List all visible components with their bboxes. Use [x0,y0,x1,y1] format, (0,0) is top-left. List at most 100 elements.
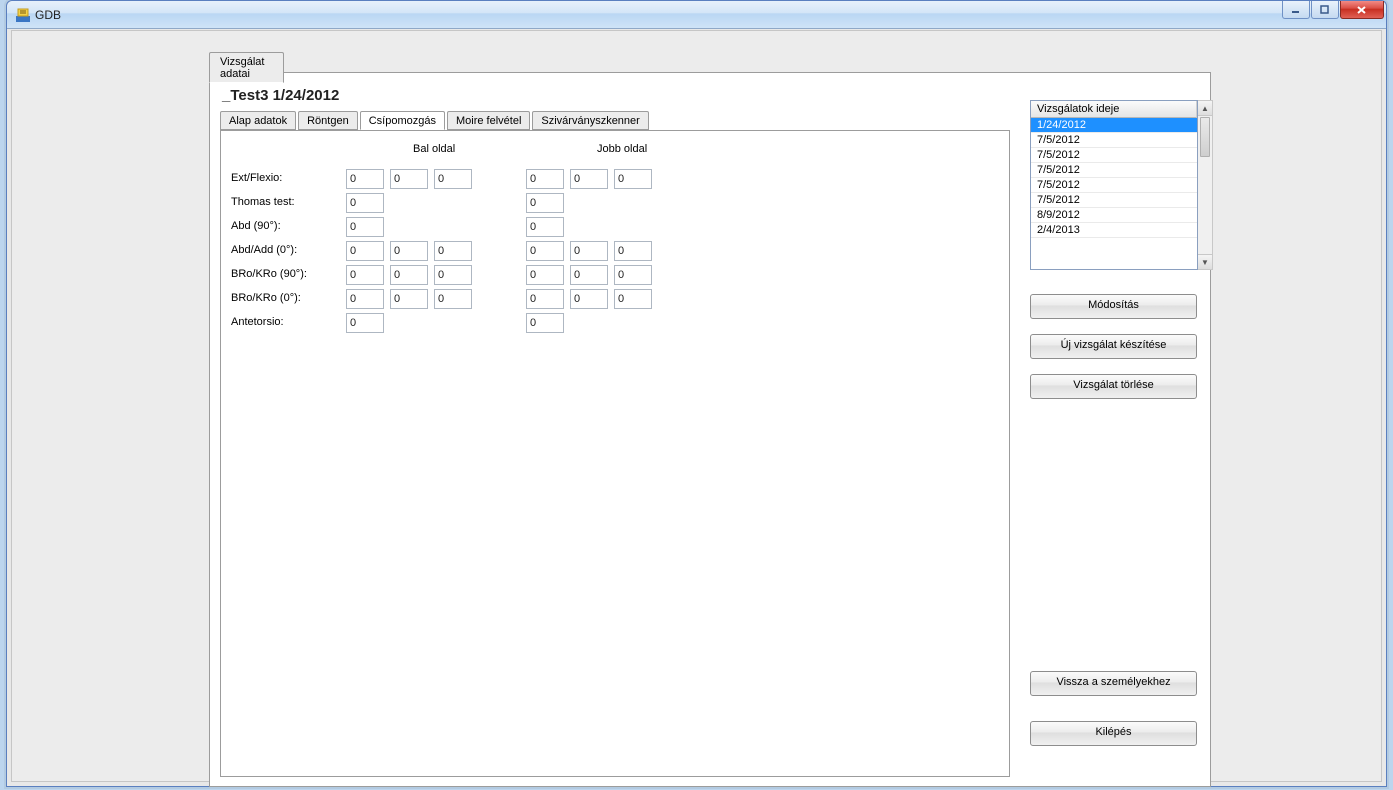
left-value-input[interactable] [346,169,384,189]
form-row: BRo/KRo (90°): [231,265,706,289]
left-value-input[interactable] [390,265,428,285]
right-value-input[interactable] [570,169,608,189]
scroll-up-icon[interactable]: ▲ [1198,101,1212,116]
row-label: Antetorsio: [231,313,346,328]
exit-button[interactable]: Kilépés [1030,721,1197,746]
left-value-input[interactable] [346,289,384,309]
tab-szivarvanyszkenner[interactable]: Szivárványszkenner [532,111,648,130]
scroll-thumb[interactable] [1200,117,1210,157]
left-value-input[interactable] [346,241,384,261]
cellgroup-left [346,193,526,213]
delete-exam-button[interactable]: Vizsgálat törlése [1030,374,1197,399]
left-value-input[interactable] [390,289,428,309]
left-value-input[interactable] [434,169,472,189]
exam-time-list-header[interactable]: Vizsgálatok ideje [1031,101,1197,118]
left-value-input[interactable] [390,169,428,189]
right-value-input[interactable] [570,289,608,309]
modify-button[interactable]: Módosítás [1030,294,1197,319]
row-label: Thomas test: [231,193,346,208]
maximize-icon [1320,5,1330,15]
row-label: BRo/KRo (0°): [231,289,346,304]
app-window: GDB Vizsgálat adatai _Test3 1/24/2012 Al… [6,0,1387,787]
csipomozgas-form: Bal oldal Jobb oldal Ext/Flexio: Thomas t… [220,130,1010,777]
cellgroup-left [346,241,526,261]
left-value-input[interactable] [434,265,472,285]
exam-time-item[interactable]: 7/5/2012 [1031,148,1197,163]
cellgroup-left [346,313,526,333]
right-value-input[interactable] [614,241,652,261]
app-icon [15,7,31,23]
cellgroup-right [526,217,706,237]
exam-data-panel: _Test3 1/24/2012 Alap adatok Röntgen Csí… [209,72,1211,787]
right-value-input[interactable] [526,193,564,213]
right-value-input[interactable] [614,265,652,285]
right-value-input[interactable] [526,169,564,189]
exam-time-item[interactable]: 8/9/2012 [1031,208,1197,223]
column-header-left: Bal oldal [413,143,455,155]
tab-csipomozgas[interactable]: Csípomozgás [360,111,445,130]
row-label: Abd (90°): [231,217,346,232]
tab-alap-adatok[interactable]: Alap adatok [220,111,296,130]
titlebar: GDB [7,1,1386,29]
scroll-down-icon[interactable]: ▼ [1198,254,1212,269]
minimize-icon [1291,5,1301,15]
cellgroup-right [526,289,706,309]
page-title: _Test3 1/24/2012 [222,87,339,104]
right-value-input[interactable] [526,313,564,333]
left-value-input[interactable] [434,241,472,261]
exam-time-list[interactable]: Vizsgálatok ideje 1/24/20127/5/20127/5/2… [1030,100,1198,270]
form-row: Abd/Add (0°): [231,241,706,265]
right-value-input[interactable] [570,265,608,285]
form-row: Abd (90°): [231,217,706,241]
left-value-input[interactable] [434,289,472,309]
left-value-input[interactable] [346,217,384,237]
right-value-input[interactable] [614,289,652,309]
right-value-input[interactable] [526,265,564,285]
cellgroup-right [526,313,706,333]
close-icon [1356,5,1368,15]
cellgroup-left [346,217,526,237]
right-value-input[interactable] [526,241,564,261]
cellgroup-left [346,289,526,309]
exam-list-scrollbar[interactable]: ▲ ▼ [1198,100,1213,270]
right-value-input[interactable] [614,169,652,189]
cellgroup-right [526,169,706,189]
exam-time-item[interactable]: 2/4/2013 [1031,223,1197,238]
right-value-input[interactable] [526,289,564,309]
exam-time-item[interactable]: 7/5/2012 [1031,163,1197,178]
cellgroup-right [526,193,706,213]
form-row: Thomas test: [231,193,706,217]
cellgroup-left [346,265,526,285]
row-label: Ext/Flexio: [231,169,346,184]
new-exam-button[interactable]: Új vizsgálat készítése [1030,334,1197,359]
column-header-right: Jobb oldal [597,143,647,155]
minimize-button[interactable] [1282,1,1310,19]
cellgroup-left [346,169,526,189]
cellgroup-right [526,265,706,285]
exam-time-item[interactable]: 1/24/2012 [1031,118,1197,133]
maximize-button[interactable] [1311,1,1339,19]
left-value-input[interactable] [346,313,384,333]
close-button[interactable] [1340,1,1384,19]
tab-rontgen[interactable]: Röntgen [298,111,358,130]
right-value-input[interactable] [526,217,564,237]
exam-time-item[interactable]: 7/5/2012 [1031,133,1197,148]
window-title: GDB [35,8,61,22]
left-value-input[interactable] [346,193,384,213]
right-value-input[interactable] [570,241,608,261]
client-area: Vizsgálat adatai _Test3 1/24/2012 Alap a… [11,30,1382,782]
left-value-input[interactable] [390,241,428,261]
cellgroup-right [526,241,706,261]
exam-time-item[interactable]: 7/5/2012 [1031,193,1197,208]
tab-vizsgalat-adatai[interactable]: Vizsgálat adatai [209,52,284,83]
form-row: Ext/Flexio: [231,169,706,193]
row-label: Abd/Add (0°): [231,241,346,256]
form-row: BRo/KRo (0°): [231,289,706,313]
back-button[interactable]: Vissza a személyekhez [1030,671,1197,696]
exam-time-item[interactable]: 7/5/2012 [1031,178,1197,193]
form-row: Antetorsio: [231,313,706,337]
inner-tabstrip: Alap adatok Röntgen Csípomozgás Moire fe… [220,111,649,130]
row-label: BRo/KRo (90°): [231,265,346,280]
left-value-input[interactable] [346,265,384,285]
tab-moire-felvetel[interactable]: Moire felvétel [447,111,530,130]
